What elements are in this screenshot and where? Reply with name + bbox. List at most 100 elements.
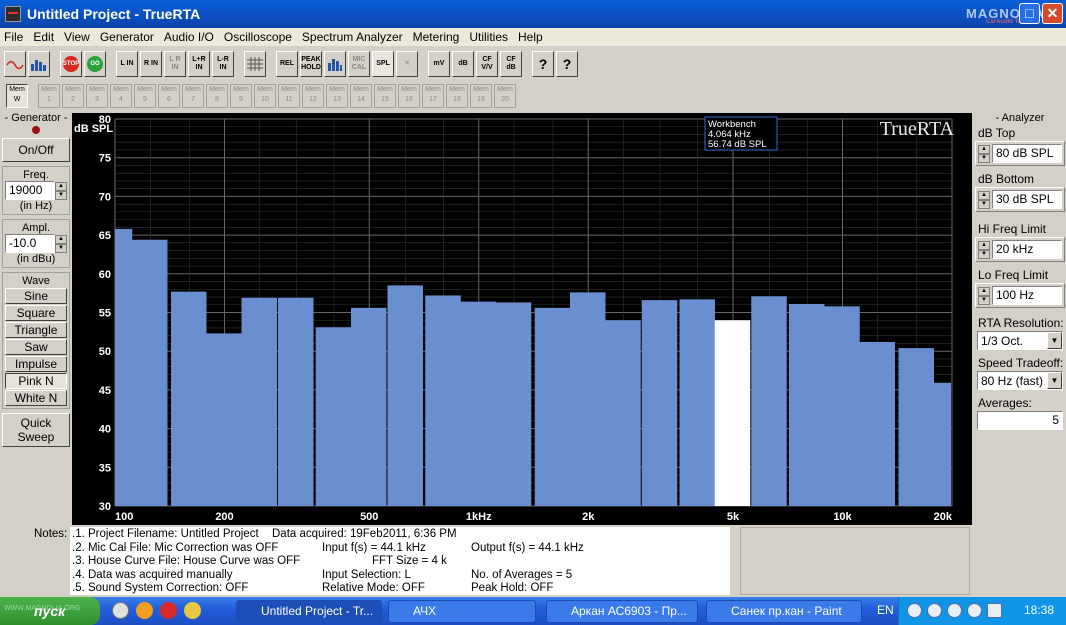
tray-icon-2[interactable] xyxy=(927,603,942,618)
task-paint[interactable]: Санек пр.кан - Paint xyxy=(706,600,862,623)
menu-oscilloscope[interactable]: Oscilloscope xyxy=(224,30,292,44)
task-arkan[interactable]: Аркан АС6903 - Пр... xyxy=(546,600,698,623)
mem-slot-19[interactable]: Mem 19 xyxy=(470,84,492,108)
cf-db-button[interactable]: CF dB xyxy=(500,51,522,77)
hi-freq-input[interactable]: 20 kHz xyxy=(992,240,1062,259)
mem-slot-7[interactable]: Mem 7 xyxy=(182,84,204,108)
close-button[interactable]: ✕ xyxy=(1042,3,1063,24)
mem-slot-4[interactable]: Mem 4 xyxy=(110,84,132,108)
spectrum-bar[interactable] xyxy=(751,296,787,506)
grid-button[interactable] xyxy=(244,51,266,77)
mem-slot-11[interactable]: Mem 11 xyxy=(278,84,300,108)
spectrum-bar[interactable] xyxy=(387,285,424,506)
house-curve-button[interactable]: ✕ xyxy=(396,51,418,77)
tray-icon-4[interactable] xyxy=(967,603,982,618)
spectrum-bar[interactable] xyxy=(679,299,715,506)
spectrum-bar[interactable] xyxy=(170,291,207,506)
bar-view-button[interactable] xyxy=(324,51,346,77)
freq-input[interactable]: 19000 xyxy=(5,181,55,200)
resolution-select[interactable]: 1/3 Oct. ▼ xyxy=(977,331,1063,350)
spectrum-bar[interactable] xyxy=(534,307,571,506)
spectrum-view-button[interactable] xyxy=(28,51,50,77)
spectrum-bar[interactable] xyxy=(241,297,278,506)
freq-spinner[interactable]: ▲ ▼ xyxy=(55,181,67,200)
mem-slot-13[interactable]: Mem 13 xyxy=(326,84,348,108)
spectrum-bar[interactable] xyxy=(460,301,497,506)
db-top-spinner[interactable]: ▲ ▼ xyxy=(978,144,990,163)
lo-freq-spinner[interactable]: ▲ ▼ xyxy=(978,286,990,305)
spectrum-bar[interactable] xyxy=(495,302,532,506)
menu-utilities[interactable]: Utilities xyxy=(469,30,508,44)
wave-triangle-button[interactable]: Triangle xyxy=(5,322,67,338)
spectrum-bar[interactable] xyxy=(569,292,606,506)
spectrum-plot[interactable]: 30 35 40 45 50 55 60 65 70 75 80 dB SPL 100 200 500 1kH… xyxy=(72,113,972,525)
channel-lminusr-button[interactable]: L-R IN xyxy=(212,51,234,77)
task-folder[interactable]: АЧХ xyxy=(388,600,536,623)
speed-select[interactable]: 80 Hz (fast) ▼ xyxy=(977,371,1063,390)
menu-edit[interactable]: Edit xyxy=(33,30,54,44)
spectrum-bar[interactable] xyxy=(605,320,641,506)
quicklaunch-icon-1[interactable] xyxy=(112,602,129,619)
menu-view[interactable]: View xyxy=(64,30,90,44)
mem-slot-18[interactable]: Mem 18 xyxy=(446,84,468,108)
spectrum-bar[interactable] xyxy=(115,228,133,506)
spectrum-chart[interactable]: 3035404550556065707580dB SPL100 200 500 1kH… xyxy=(72,113,972,525)
mem-slot-1[interactable]: Mem 1 xyxy=(38,84,60,108)
context-help-button[interactable]: ? xyxy=(556,51,578,77)
spectrum-bar[interactable] xyxy=(206,333,242,506)
wave-sine-button[interactable]: Sine xyxy=(5,288,67,304)
mem-slot-15[interactable]: Mem 15 xyxy=(374,84,396,108)
spectrum-bar[interactable] xyxy=(824,306,860,506)
channel-lr-button[interactable]: L R IN xyxy=(164,51,186,77)
help-button[interactable]: ? xyxy=(532,51,554,77)
mem-slot-5[interactable]: Mem 5 xyxy=(134,84,156,108)
mem-slot-8[interactable]: Mem 8 xyxy=(206,84,228,108)
mem-slot-16[interactable]: Mem 16 xyxy=(398,84,420,108)
spectrum-bar[interactable] xyxy=(425,295,461,506)
peak-hold-button[interactable]: PEAK HOLD xyxy=(300,51,322,77)
tray-icon-3[interactable] xyxy=(947,603,962,618)
mem-slot-10[interactable]: Mem 10 xyxy=(254,84,276,108)
quicklaunch-icon-4[interactable] xyxy=(184,602,201,619)
spectrum-bar[interactable] xyxy=(859,341,896,506)
wave-white-n-button[interactable]: White N xyxy=(5,390,67,406)
mem-slot-6[interactable]: Mem 6 xyxy=(158,84,180,108)
mem-slot-17[interactable]: Mem 17 xyxy=(422,84,444,108)
spectrum-bar[interactable] xyxy=(315,327,352,506)
language-indicator[interactable]: EN xyxy=(877,603,894,617)
wave-impulse-button[interactable]: Impulse xyxy=(5,356,67,372)
quick-sweep-button[interactable]: Quick Sweep xyxy=(2,413,70,447)
quicklaunch-icon-2[interactable] xyxy=(136,602,153,619)
hi-freq-spinner[interactable]: ▲ ▼ xyxy=(978,240,990,259)
menu-help[interactable]: Help xyxy=(518,30,543,44)
cf-vv-button[interactable]: CF V/V xyxy=(476,51,498,77)
db-bottom-input[interactable]: 30 dB SPL xyxy=(992,190,1062,209)
menu-audio-i-o[interactable]: Audio I/O xyxy=(164,30,214,44)
db-button[interactable]: dB xyxy=(452,51,474,77)
db-bottom-spinner[interactable]: ▲ ▼ xyxy=(978,190,990,209)
mem-slot-9[interactable]: Mem 9 xyxy=(230,84,252,108)
spectrum-bar[interactable] xyxy=(714,320,751,506)
mem-slot-2[interactable]: Mem 2 xyxy=(62,84,84,108)
menu-spectrum-analyzer[interactable]: Spectrum Analyzer xyxy=(302,30,403,44)
ampl-spinner[interactable]: ▲ ▼ xyxy=(55,234,67,253)
channel-lplusr-button[interactable]: L+R IN xyxy=(188,51,210,77)
ampl-input[interactable]: -10.0 xyxy=(5,234,55,253)
mem-slot-12[interactable]: Mem 12 xyxy=(302,84,324,108)
wave-square-button[interactable]: Square xyxy=(5,305,67,321)
spectrum-bar[interactable] xyxy=(641,300,678,506)
spectrum-bar[interactable] xyxy=(278,297,314,506)
channel-l-button[interactable]: L IN xyxy=(116,51,138,77)
mem-slot-14[interactable]: Mem 14 xyxy=(350,84,372,108)
mem-slot-20[interactable]: Mem 20 xyxy=(494,84,516,108)
spectrum-bar[interactable] xyxy=(132,239,168,506)
mic-cal-button[interactable]: MIC CAL xyxy=(348,51,370,77)
mem-w-button[interactable]: Mem W xyxy=(6,84,28,108)
stop-button[interactable]: STOP xyxy=(60,51,82,77)
mem-slot-3[interactable]: Mem 3 xyxy=(86,84,108,108)
channel-r-button[interactable]: R IN xyxy=(140,51,162,77)
menu-file[interactable]: File xyxy=(4,30,23,44)
task-truerta[interactable]: Untitled Project - Tr... xyxy=(236,600,382,623)
spectrum-bar[interactable] xyxy=(788,303,825,506)
tray-icon-1[interactable] xyxy=(907,603,922,618)
